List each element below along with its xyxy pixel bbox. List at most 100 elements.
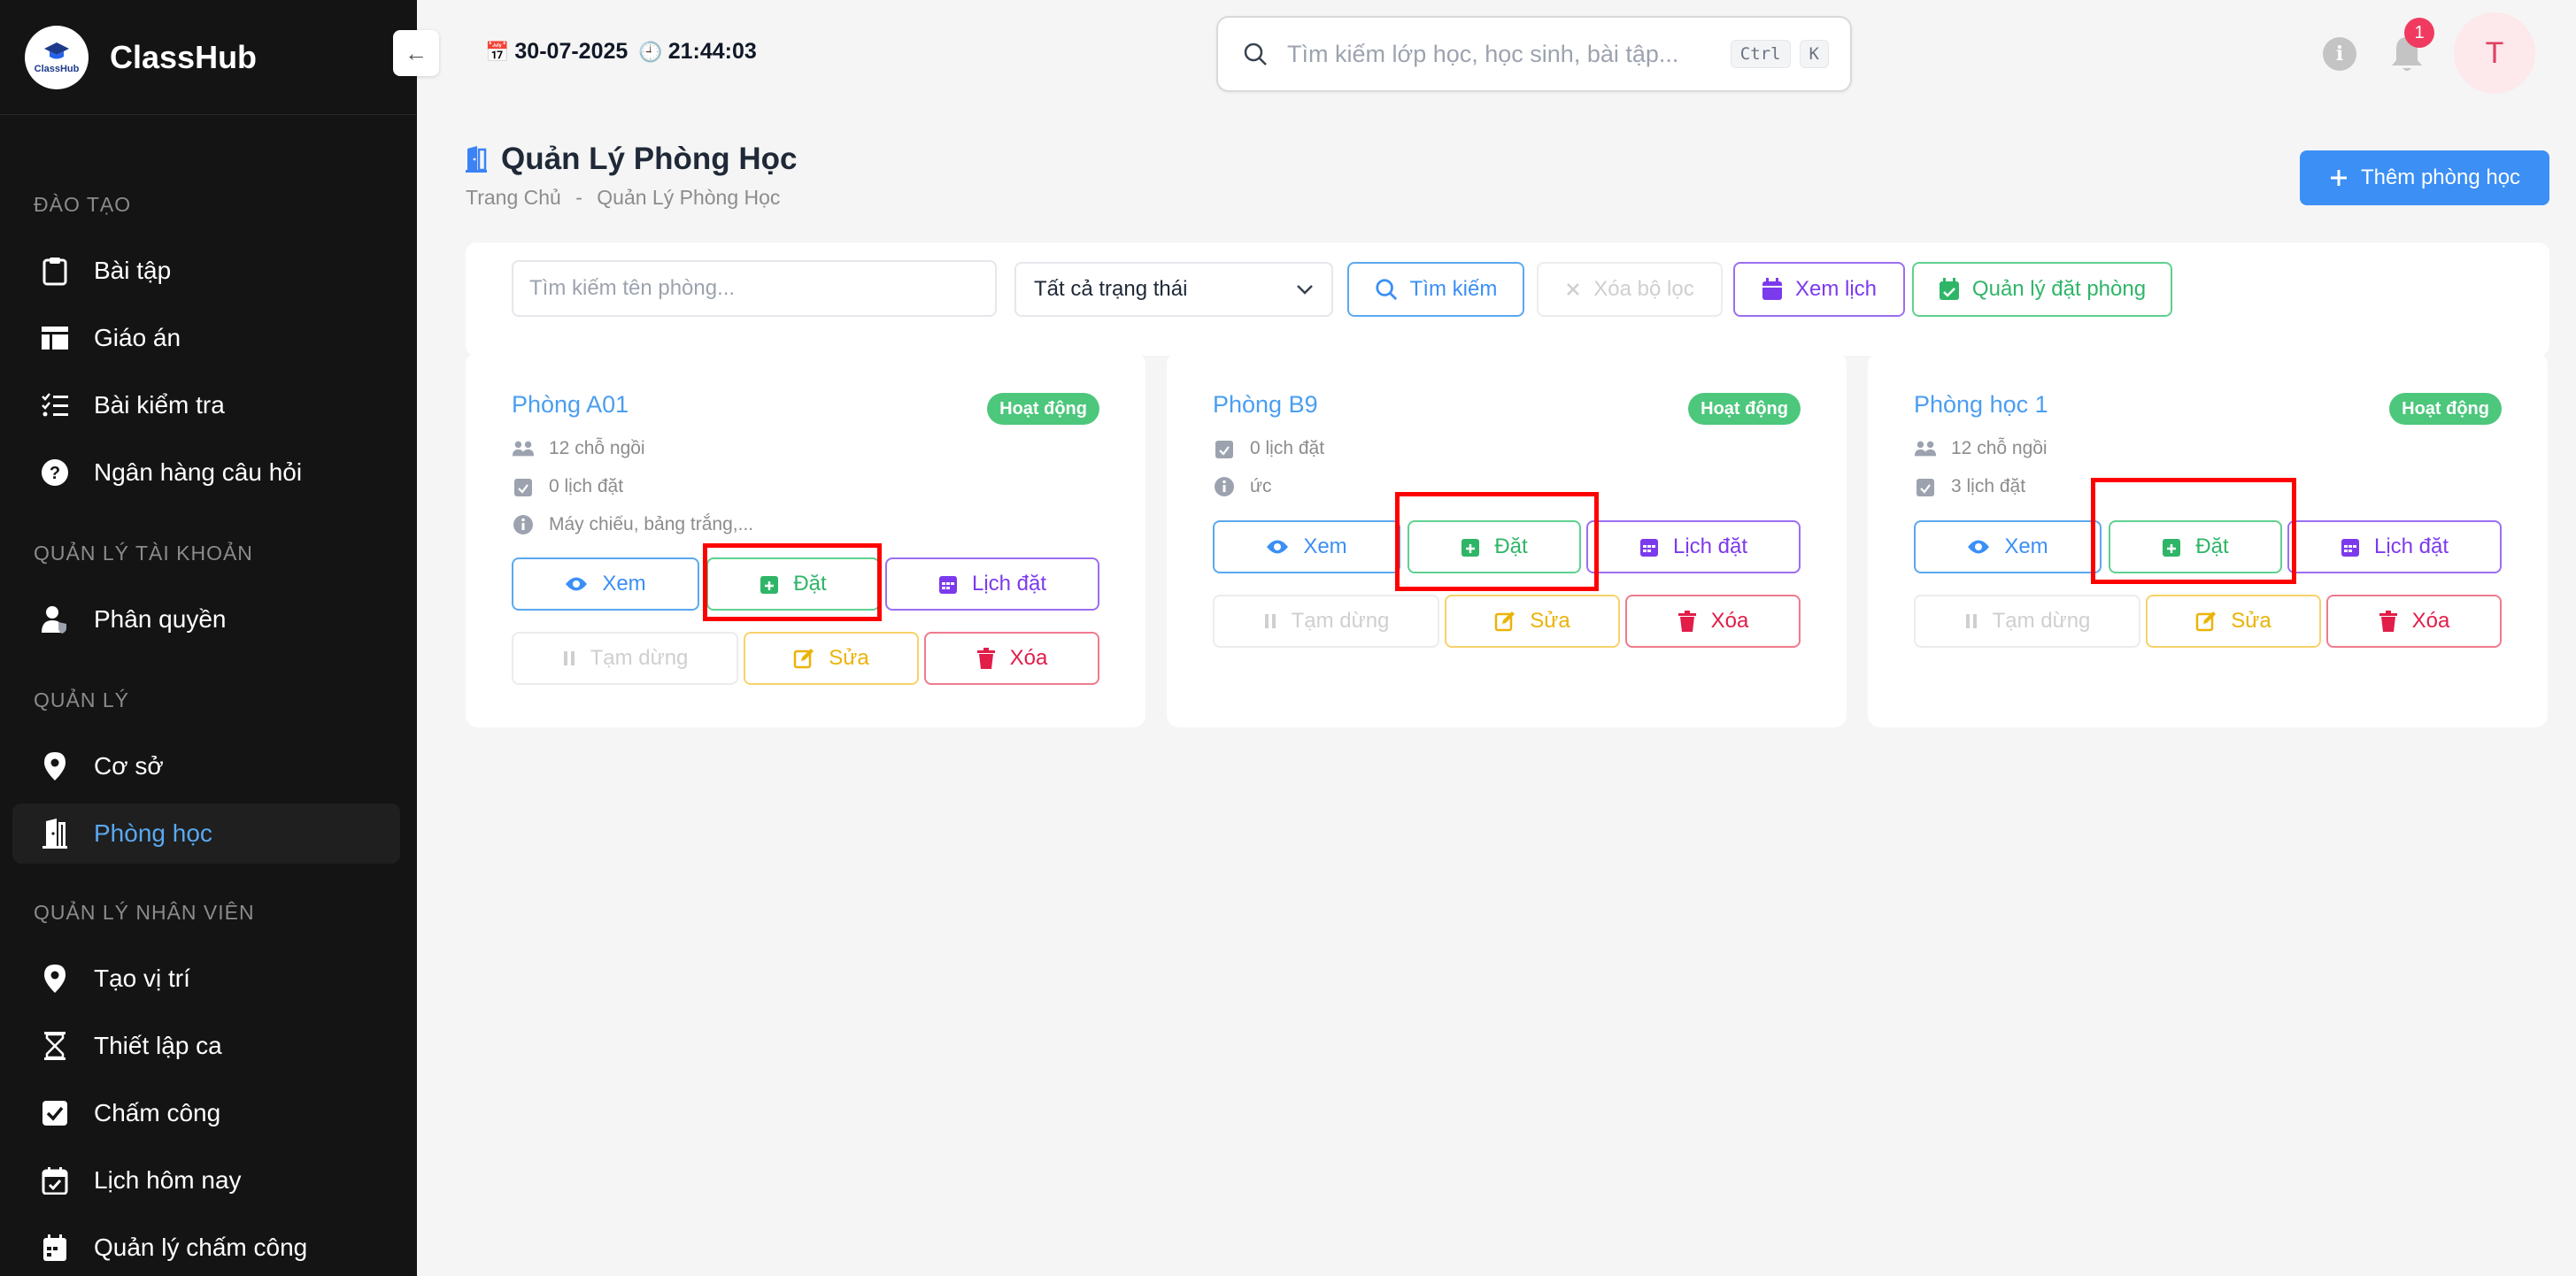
pause-icon [1965, 614, 1977, 628]
sidebar-item-bai-kiem-tra[interactable]: Bài kiểm tra [12, 375, 400, 435]
pause-room-button[interactable]: Tạm dừng [1213, 595, 1439, 648]
booking-schedule-button[interactable]: Lịch đặt [1586, 520, 1801, 573]
door-icon [466, 146, 487, 173]
clock-icon: 🕘 [638, 40, 663, 63]
sidebar-item-giao-an[interactable]: Giáo án [12, 308, 400, 368]
eye-icon [566, 577, 588, 591]
section-quan-ly-nhan-vien: QUẢN LÝ NHÂN VIÊN [34, 901, 255, 924]
collapse-sidebar-button[interactable]: ← [393, 30, 439, 76]
current-date: 30-07-2025 [514, 39, 629, 64]
sidebar-item-bai-tap[interactable]: Bài tập [12, 241, 400, 301]
sidebar-item-ngan-hang-cau-hoi[interactable]: ? Ngân hàng câu hỏi [12, 442, 400, 503]
close-icon [1567, 283, 1580, 296]
edit-room-label: Sửa [829, 646, 869, 670]
clipboard-icon [39, 255, 71, 287]
pause-room-label: Tạm dừng [590, 646, 689, 670]
room-name[interactable]: Phòng B9 [1213, 391, 1318, 419]
search-button[interactable]: Tìm kiếm [1347, 262, 1524, 317]
user-shield-icon [39, 603, 71, 635]
sidebar-item-thiet-lap-ca[interactable]: Thiết lập ca [12, 1016, 400, 1076]
calendar-icon [1762, 278, 1782, 300]
room-bookings: 0 lịch đặt [1213, 437, 1324, 460]
pause-icon [563, 651, 575, 665]
global-search[interactable]: Tìm kiếm lớp học, học sinh, bài tập... C… [1216, 16, 1852, 92]
room-seats-text: 12 chỗ ngồi [549, 438, 645, 458]
users-icon [512, 437, 535, 460]
sidebar-item-phan-quyen[interactable]: Phân quyền [12, 589, 400, 650]
edit-icon [2196, 611, 2217, 632]
search-icon [1376, 279, 1397, 301]
view-room-button[interactable]: Xem [1914, 520, 2102, 573]
breadcrumb-home[interactable]: Trang Chủ [466, 186, 561, 209]
checklist-icon [39, 389, 71, 421]
section-dao-tao: ĐÀO TẠO [34, 193, 132, 216]
pause-room-button[interactable]: Tạm dừng [512, 632, 738, 685]
info-icon[interactable]: i [2323, 37, 2356, 71]
calendar-emoji-icon: 📅 [485, 40, 510, 63]
view-room-button[interactable]: Xem [1213, 520, 1400, 573]
delete-room-button[interactable]: Xóa [1625, 595, 1801, 648]
status-badge: Hoạt động [1688, 393, 1801, 425]
clear-filter-button[interactable]: Xóa bộ lọc [1537, 262, 1723, 317]
sidebar-item-label: Quản lý chấm công [94, 1234, 308, 1261]
sidebar-item-phong-hoc[interactable]: Phòng học [12, 803, 400, 864]
hourglass-icon [39, 1030, 71, 1062]
pause-room-label: Tạm dừng [1992, 609, 2091, 633]
sidebar-item-label: Tạo vị trí [94, 965, 190, 992]
room-bookings-text: 0 lịch đặt [549, 476, 624, 496]
status-select[interactable]: Tất cả trạng thái [1014, 262, 1333, 317]
delete-room-button[interactable]: Xóa [2326, 595, 2502, 648]
room-name[interactable]: Phòng học 1 [1914, 391, 2048, 419]
info-circle-icon [512, 513, 535, 536]
sidebar-item-lich-hom-nay[interactable]: Lịch hôm nay [12, 1150, 400, 1211]
manage-booking-button[interactable]: Quản lý đặt phòng [1912, 262, 2172, 317]
question-circle-icon: ? [39, 457, 71, 488]
map-pin-icon [39, 963, 71, 995]
room-seats: 12 chỗ ngồi [1914, 437, 2048, 460]
sidebar-item-label: Bài tập [94, 257, 172, 284]
chevron-down-icon [1297, 285, 1313, 295]
users-icon [1914, 437, 1937, 460]
sidebar-item-co-so[interactable]: Cơ sở [12, 736, 400, 796]
calendar-check-icon [1939, 278, 1959, 300]
add-room-button[interactable]: Thêm phòng học [2300, 150, 2549, 205]
search-icon [1244, 42, 1267, 65]
edit-icon [794, 649, 814, 669]
sidebar-item-quan-ly-cham-cong[interactable]: Quản lý chấm công [12, 1218, 400, 1276]
highlight-box [2091, 478, 2296, 584]
sidebar-item-label: Giáo án [94, 324, 181, 351]
calendar-check-icon [1914, 475, 1937, 498]
pause-room-button[interactable]: Tạm dừng [1914, 595, 2140, 648]
manage-booking-label: Quản lý đặt phòng [1971, 277, 2147, 301]
sidebar-item-cham-cong[interactable]: Chấm công [12, 1083, 400, 1143]
current-time: 21:44:03 [667, 39, 757, 64]
sidebar-item-label: Chấm công [94, 1099, 221, 1126]
calendar-check-icon [512, 475, 535, 498]
breadcrumb-separator: - [575, 186, 582, 209]
edit-room-button[interactable]: Sửa [1445, 595, 1620, 648]
eye-icon [1267, 540, 1289, 554]
room-search-input[interactable]: Tìm kiếm tên phòng... [512, 260, 997, 317]
section-quan-ly: QUẢN LÝ [34, 688, 129, 711]
brand[interactable]: ClassHub ClassHub [0, 0, 417, 115]
edit-room-button[interactable]: Sửa [2146, 595, 2321, 648]
calendar-check-icon [1213, 437, 1236, 460]
logo-text: ClassHub [34, 63, 80, 74]
user-avatar[interactable]: T [2454, 12, 2535, 94]
view-room-button[interactable]: Xem [512, 557, 699, 611]
delete-room-button[interactable]: Xóa [924, 632, 1099, 685]
view-calendar-button[interactable]: Xem lịch [1733, 262, 1905, 317]
shortcut-ctrl: Ctrl [1730, 40, 1791, 68]
sidebar-item-tao-vi-tri[interactable]: Tạo vị trí [12, 949, 400, 1009]
room-bookings-text: 3 lịch đặt [1951, 476, 2026, 496]
view-calendar-label: Xem lịch [1794, 277, 1878, 301]
app-logo: ClassHub [25, 25, 89, 89]
booking-schedule-button[interactable]: Lịch đặt [2287, 520, 2502, 573]
edit-room-button[interactable]: Sửa [744, 632, 919, 685]
room-seats: 12 chỗ ngồi [512, 437, 645, 460]
edit-room-label: Sửa [2231, 609, 2271, 633]
datetime: 📅 30-07-2025 🕘 21:44:03 [485, 39, 757, 65]
sidebar-item-label: Cơ sở [94, 752, 164, 780]
room-name[interactable]: Phòng A01 [512, 391, 629, 419]
booking-schedule-button[interactable]: Lịch đặt [885, 557, 1099, 611]
